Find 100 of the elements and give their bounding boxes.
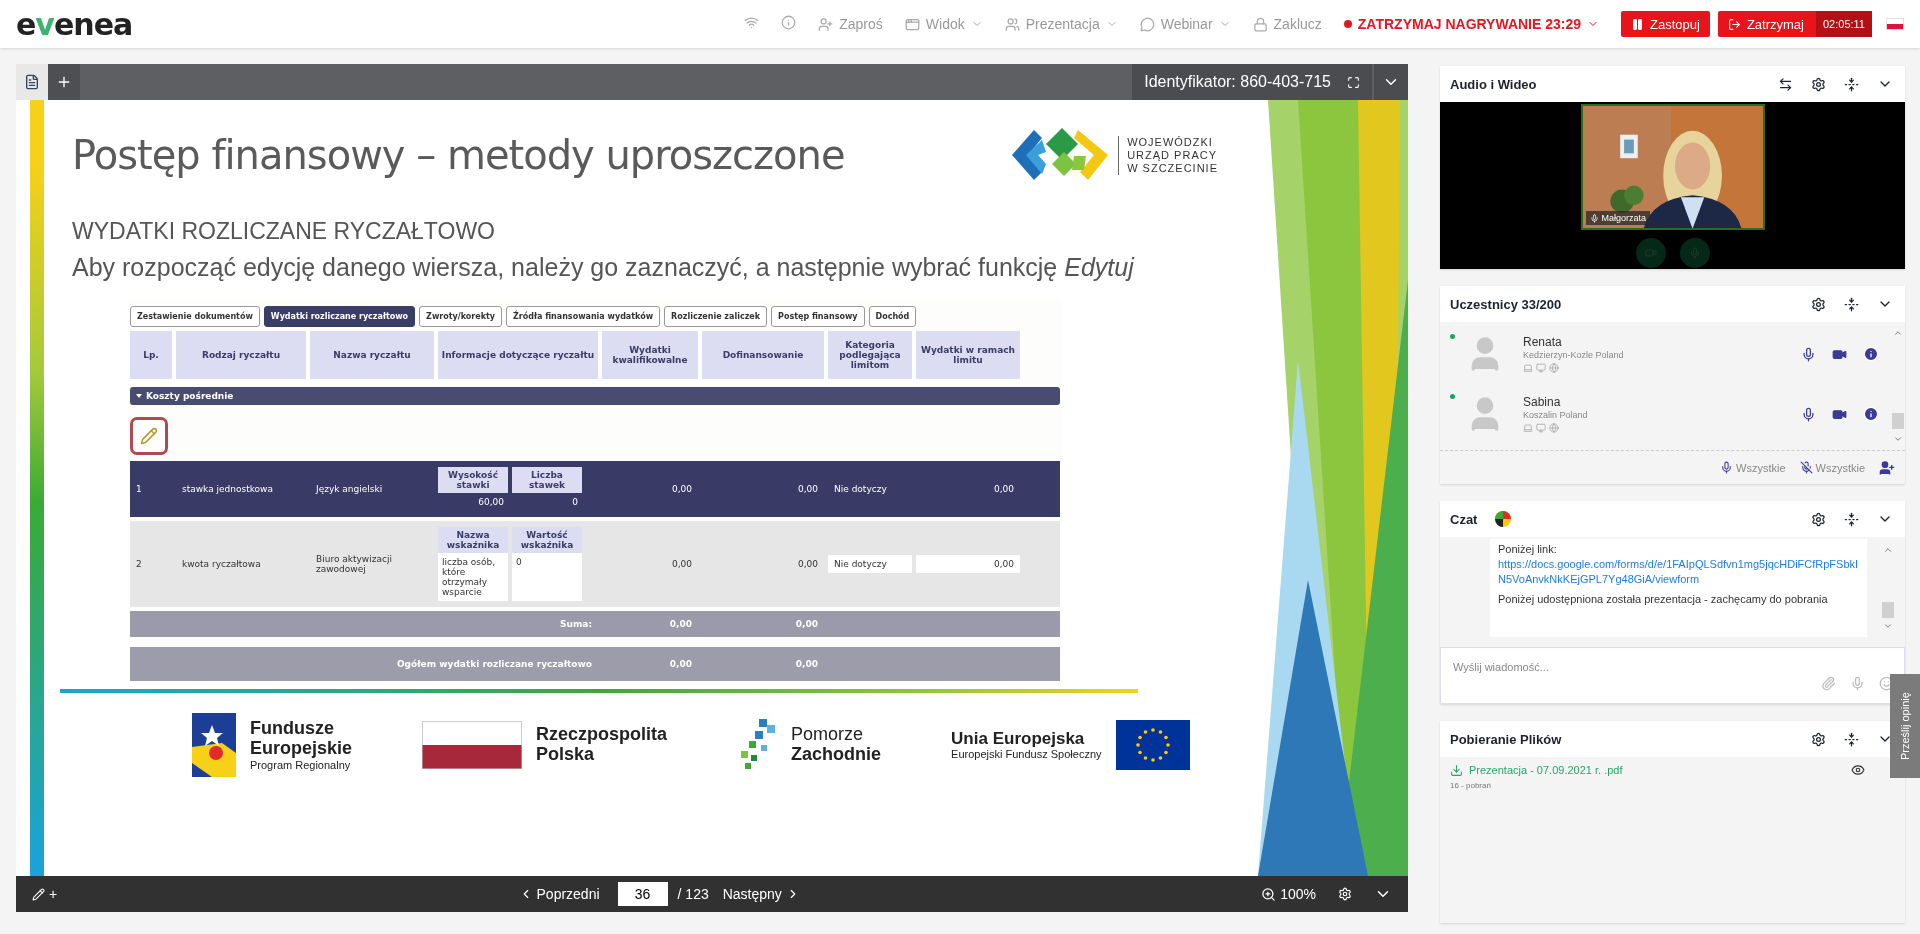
table-cell-text: 0,00 xyxy=(794,618,819,631)
page-total: / 123 xyxy=(677,886,709,902)
settings-icon[interactable] xyxy=(1811,511,1826,527)
table-cell-text: 0,00 xyxy=(668,618,693,631)
stop-recording-button[interactable]: ZATRZYMAJ NAGRYWANIE 23:29 xyxy=(1343,16,1600,32)
logo-text: Fundusze xyxy=(250,719,335,739)
table-tab[interactable]: Wydatki rozliczane ryczałtowo xyxy=(263,306,416,327)
table-cell-text: 0,00 xyxy=(796,483,819,496)
pause-button[interactable]: Zastopuj xyxy=(1621,11,1710,37)
paperclip-icon[interactable] xyxy=(1821,676,1836,691)
panel-title: Pobieranie Plików xyxy=(1450,731,1562,747)
chat-message: Poniżej link: https://docs.google.com/forms/d/e/1FAIpQLSdfvn1mg5jqcHDiFCfRpFSbkIN5VoAnvkNkKEjGPL7Yg48GiA/viewform xyxy=(1498,542,1859,587)
participant-location: Koszalin Poland xyxy=(1523,410,1589,420)
table-tab[interactable]: Postęp finansowy xyxy=(771,306,865,327)
page-field[interactable]: 36 xyxy=(617,882,668,906)
logo-text: W SZCZECINIE xyxy=(1127,161,1218,175)
table-tab[interactable]: Zwroty/korekty xyxy=(419,306,503,327)
table-tab[interactable]: Zestawienie dokumentów xyxy=(130,306,260,327)
zoom-in-icon xyxy=(1261,886,1277,902)
table-cell: liczba osób, które otrzymały wsparcie xyxy=(438,553,508,601)
table-row[interactable]: 1 stawka jednostkowa Język angielski Wysokość stawki Liczba stawek 60,00 0 0,00 0,00 Nie dotyczy 0,00 xyxy=(130,461,1060,517)
scrollbar-thumb[interactable] xyxy=(1892,413,1904,429)
chat-message: Poniżej udostępniona została prezentacja - zachęcamy do pobrania xyxy=(1498,592,1829,607)
window-icon xyxy=(904,16,920,32)
exit-icon xyxy=(1727,17,1741,31)
eye-icon[interactable] xyxy=(1851,763,1865,777)
settings-icon[interactable] xyxy=(1811,296,1826,312)
column-header: Lp. xyxy=(130,331,172,379)
previous-button[interactable]: Poprzedni xyxy=(518,886,600,902)
sub-header: Wartość wskaźnika xyxy=(512,527,582,553)
pencil-icon xyxy=(32,887,45,901)
globe-icon xyxy=(1549,423,1559,433)
speech-bubble-icon xyxy=(1139,16,1155,32)
flag-icon[interactable] xyxy=(1886,18,1904,30)
microphone-icon xyxy=(1589,213,1599,223)
panel-title: Uczestnicy 33/200 xyxy=(1450,296,1562,312)
fundusze-logo-icon xyxy=(192,713,236,777)
microphone-icon[interactable] xyxy=(1801,346,1816,362)
logo-text: Europejskie xyxy=(250,738,353,759)
settings-icon[interactable] xyxy=(1811,731,1826,747)
collapse-vertical-icon[interactable] xyxy=(1844,76,1859,92)
document-tab[interactable] xyxy=(16,64,48,100)
laptop-icon xyxy=(1523,363,1533,373)
table-cell-text: Nie dotyczy xyxy=(833,483,888,496)
collapse-vertical-icon[interactable] xyxy=(1844,731,1859,747)
pencil-icon xyxy=(140,427,158,445)
add-tab-button[interactable] xyxy=(48,64,80,100)
logo-text: Pomorze xyxy=(791,725,865,745)
swap-icon[interactable] xyxy=(1778,76,1793,92)
plus-icon xyxy=(56,74,72,90)
logo-subtitle: Program Regionalny xyxy=(250,758,352,771)
table-cell-text: 0,00 xyxy=(670,558,693,571)
table-cell-text: kwota ryczałtowa xyxy=(181,558,262,571)
eu-flag-icon xyxy=(1115,720,1190,770)
chat-avatar-icon xyxy=(1495,511,1512,527)
column-header: Nazwa ryczałtu xyxy=(310,331,434,379)
timer: 02:05:11 xyxy=(1816,11,1872,37)
feedback-tab[interactable]: Prześlij opinię xyxy=(1890,674,1920,778)
sub-header: Liczba stawek xyxy=(512,467,582,493)
logo: evenea xyxy=(16,6,133,42)
sum-label: Suma: xyxy=(559,618,593,631)
logo-subtitle: Europejski Fundusz Społeczny xyxy=(951,748,1102,761)
recording-dot xyxy=(1343,20,1352,28)
section-title: Koszty pośrednie xyxy=(146,391,234,401)
fullscreen-icon[interactable] xyxy=(1347,75,1360,89)
edit-button[interactable] xyxy=(130,417,168,455)
laptop-icon xyxy=(1523,423,1533,433)
users-icon xyxy=(1004,16,1020,32)
next-button[interactable]: Następny xyxy=(722,886,800,902)
table-cell: Nie dotyczy xyxy=(828,555,912,573)
total-label: Ogółem wydatki rozliczane ryczałtowo xyxy=(395,658,593,671)
globe-icon xyxy=(1549,363,1559,373)
caret-icon xyxy=(136,393,142,399)
table-cell-text: Biuro aktywizacji zawodowej xyxy=(315,553,393,576)
scrollbar-thumb[interactable] xyxy=(1882,602,1894,618)
table-tab[interactable]: Rozliczenie zaliczek xyxy=(664,306,768,327)
column-header: Rodzaj ryczałtu xyxy=(176,331,306,379)
table-tab[interactable]: Źródła finansowania wydatków xyxy=(506,306,661,327)
table-row[interactable]: 2 kwota ryczałtowa Biuro aktywizacji zawodowej Nazwa wskaźnika Wartość wskaźnika liczba osób, które otrzymały wsparcie 0 0,00 0,00 Nie dotyczy 0,00 xyxy=(130,521,1060,607)
table-cell-text: 0,00 xyxy=(992,483,1015,496)
message-link[interactable]: https://docs.google.com/forms/d/e/1FAIpQLSdfvn1mg5jqcHDiFCfRpFSbkIN5VoAnvkNkKEjGPL7Yg48GiA/viewform xyxy=(1498,557,1859,587)
settings-icon[interactable] xyxy=(1811,76,1826,92)
table-tab[interactable]: Dochód xyxy=(868,306,917,327)
draw-button[interactable]: + xyxy=(32,886,58,902)
collapse-vertical-icon[interactable] xyxy=(1844,296,1859,312)
table-cell-text: 0,00 xyxy=(794,658,819,671)
table-cell-text: 0,00 xyxy=(670,483,693,496)
user-plus-icon[interactable] xyxy=(1879,459,1895,476)
collapse-vertical-icon[interactable] xyxy=(1844,511,1859,527)
sub-header: Nazwa wskaźnika xyxy=(438,527,508,553)
download-icon xyxy=(1450,763,1463,777)
microphone-icon[interactable] xyxy=(1801,406,1816,422)
participant-name: Sabina xyxy=(1523,395,1562,409)
stop-button[interactable]: Zatrzymaj 02:05:11 xyxy=(1717,11,1872,37)
speaker-name: Małgorzata xyxy=(1601,213,1647,223)
table-cell-text: stawka jednostkowa xyxy=(181,483,274,496)
sub-header: Wysokość stawki xyxy=(438,467,508,493)
zoom-button[interactable]: 100% xyxy=(1261,886,1316,902)
table-cell-text: 0 xyxy=(571,496,579,509)
table-cell-text: 2 xyxy=(135,558,143,571)
